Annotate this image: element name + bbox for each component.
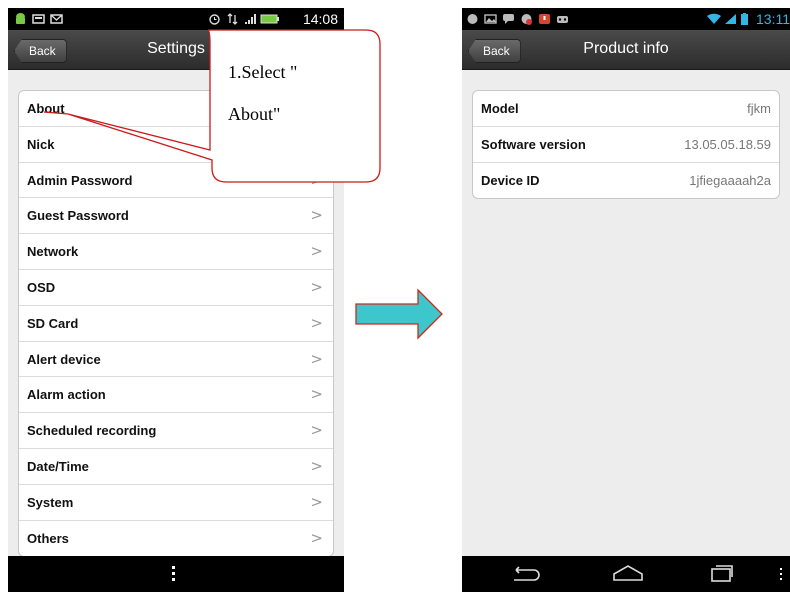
- chat-icon: [503, 14, 514, 24]
- title-bar: Back Product info: [462, 30, 790, 70]
- home-nav-icon[interactable]: [612, 564, 644, 582]
- product-info-screen: 13:11 Back Product info Model fjkm Softwar…: [462, 8, 790, 592]
- callout-line-2: About": [228, 104, 281, 124]
- nav-bar: [462, 556, 790, 592]
- recent-apps-icon[interactable]: [710, 564, 734, 582]
- alert-icon: [539, 14, 550, 24]
- info-row-model: Model fjkm: [473, 91, 779, 127]
- overflow-menu-icon[interactable]: [780, 568, 784, 583]
- page-title: Product info: [583, 40, 669, 57]
- back-nav-icon[interactable]: [510, 566, 540, 582]
- gamepad-icon: [557, 16, 568, 23]
- info-label: Software version: [481, 136, 586, 152]
- info-label: Device ID: [481, 172, 540, 188]
- info-value: 1jfiegaaaah2a: [689, 172, 771, 188]
- wifi-icon: [707, 13, 721, 24]
- blocked-icon: [521, 14, 532, 25]
- app-icon: [467, 14, 478, 24]
- status-time: 13:11: [756, 11, 790, 27]
- info-label: Model: [481, 101, 519, 116]
- product-info-list: Model fjkm Software version 13.05.05.18.59 D…: [472, 90, 780, 200]
- status-bar: 13:11: [462, 8, 790, 30]
- info-value: fjkm: [747, 101, 771, 116]
- info-row-device-id: Device ID 1jfiegaaaah2a: [473, 163, 779, 199]
- product-info-content: Model fjkm Software version 13.05.05.18.59 D…: [462, 70, 790, 556]
- arrow-right-icon: [355, 288, 443, 340]
- callout-line-1: 1.Select ": [228, 62, 298, 82]
- signal-icon: [725, 14, 736, 24]
- battery-icon: [741, 13, 748, 25]
- info-row-software-version: Software version 13.05.05.18.59: [473, 127, 779, 163]
- image-icon: [484, 14, 497, 24]
- info-value: 13.05.05.18.59: [684, 136, 771, 152]
